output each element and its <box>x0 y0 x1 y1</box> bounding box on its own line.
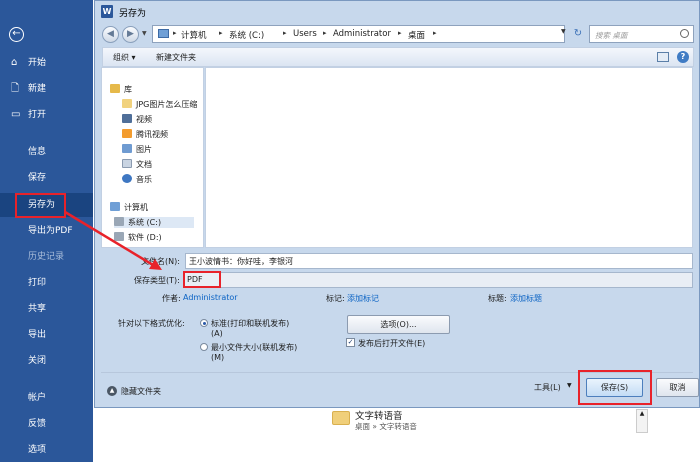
tree-item-tencent-video[interactable]: 腾讯视频 <box>122 129 168 140</box>
nav-feedback[interactable]: 反馈 <box>0 412 93 436</box>
nav-open[interactable]: ▭ 打开 <box>0 103 93 127</box>
tree-item-label: 图片 <box>136 145 152 154</box>
hide-folders-toggle[interactable]: 隐藏文件夹 <box>121 386 161 397</box>
computer-icon <box>110 202 120 211</box>
title-label: 标题: <box>488 294 507 303</box>
tree-item-drive-c[interactable]: 系统 (C:) <box>114 217 194 228</box>
tree-item-label: 系统 (C:) <box>128 218 162 227</box>
nav-close[interactable]: 关闭 <box>0 349 93 373</box>
filetype-label: 保存类型(T): <box>134 276 180 285</box>
nav-info[interactable]: 信息 <box>0 140 93 164</box>
open-after-publish-label[interactable]: 发布后打开文件(E) <box>358 338 425 349</box>
tree-item-pictures[interactable]: 图片 <box>122 144 152 155</box>
standard-option-label[interactable]: 标准(打印和联机发布) <box>211 318 289 329</box>
nav-new[interactable]: 🗋 新建 <box>0 77 93 101</box>
drive-icon <box>114 217 124 226</box>
tree-item-label: 软件 (D:) <box>128 233 162 242</box>
nav-history[interactable]: 历史记录 <box>0 245 93 269</box>
filename-label: 文件名(N): <box>141 257 180 266</box>
tree-item-label: 音乐 <box>136 175 152 184</box>
background-file-name[interactable]: 文字转语音 <box>355 408 403 422</box>
drive-icon <box>114 232 124 241</box>
nav-print[interactable]: 打印 <box>0 271 93 295</box>
pictures-icon <box>122 144 132 153</box>
add-tags-link[interactable]: 添加标记 <box>347 293 379 304</box>
open-folder-icon: ▭ <box>11 109 21 120</box>
background-file-path: 桌面 » 文字转语音 <box>355 422 417 431</box>
tencent-video-icon <box>122 129 132 138</box>
library-icon <box>110 84 120 93</box>
minimum-option-label[interactable]: 最小文件大小(联机发布) <box>211 342 297 353</box>
tree-item-label: 腾讯视频 <box>136 130 168 139</box>
nav-share[interactable]: 共享 <box>0 297 93 321</box>
filename-field[interactable]: 王小波情书：你好哇，李银河 <box>185 253 693 269</box>
dialog-body: 库 JPG图片怎么压缩 视频 腾讯视频 图片 文档 音乐 计算机 系统 (C:)… <box>94 0 700 408</box>
file-list-pane[interactable] <box>205 67 693 248</box>
tree-item-drive-d[interactable]: 软件 (D:) <box>114 232 162 243</box>
nav-home[interactable]: ⌂ 开始 <box>0 51 93 75</box>
new-document-icon: 🗋 <box>11 83 20 94</box>
background-scrollbar[interactable]: ▲ <box>636 409 648 433</box>
save-highlight-box <box>578 370 652 405</box>
tools-menu[interactable]: 工具(L) <box>534 382 561 393</box>
home-icon: ⌂ <box>11 57 18 68</box>
tree-item-jpg-folder[interactable]: JPG图片怎么压缩 <box>122 99 197 110</box>
author-label: 作者: <box>162 294 181 303</box>
background-file-list: 文字转语音 桌面 » 文字转语音 ▲ <box>305 405 700 462</box>
tree-item-computer[interactable]: 计算机 <box>110 202 148 213</box>
tree-item-documents[interactable]: 文档 <box>122 159 152 170</box>
nav-save[interactable]: 保存 <box>0 166 93 190</box>
tree-item-videos[interactable]: 视频 <box>122 114 152 125</box>
add-title-link[interactable]: 添加标题 <box>510 293 542 304</box>
options-button[interactable]: 选项(O)... <box>347 315 450 334</box>
folder-icon <box>122 99 132 108</box>
optimize-label: 针对以下格式优化: <box>118 319 185 328</box>
videos-icon <box>122 114 132 123</box>
tree-item-library[interactable]: 库 <box>110 84 132 95</box>
minimum-option-key[interactable]: (M) <box>211 353 224 362</box>
save-as-highlight-box <box>15 193 66 218</box>
cancel-button[interactable]: 取消 <box>656 378 699 397</box>
standard-radio[interactable] <box>200 319 208 327</box>
tree-item-label: 文档 <box>136 160 152 169</box>
tags-label: 标记: <box>326 294 345 303</box>
music-icon <box>122 174 132 183</box>
folder-icon <box>332 411 350 425</box>
filetype-select[interactable]: PDF <box>183 272 693 288</box>
standard-option-key[interactable]: (A) <box>211 329 223 338</box>
nav-account[interactable]: 帐户 <box>0 386 93 410</box>
back-arrow-icon[interactable]: ← <box>9 27 24 42</box>
open-after-publish-checkbox[interactable]: ✓ <box>346 338 355 347</box>
minimum-size-radio[interactable] <box>200 343 208 351</box>
tree-item-label: 库 <box>124 85 132 94</box>
tools-dropdown-icon[interactable]: ▼ <box>567 382 572 389</box>
nav-new-label: 新建 <box>28 84 47 94</box>
pdf-highlight-box <box>183 271 221 288</box>
tree-item-label: 计算机 <box>124 203 148 212</box>
tree-item-label: JPG图片怎么压缩 <box>136 100 198 109</box>
nav-export-pdf[interactable]: 导出为PDF <box>0 219 93 243</box>
tree-item-label: 视频 <box>136 115 152 124</box>
collapse-icon[interactable]: ▲ <box>107 386 117 396</box>
navigation-pane: 库 JPG图片怎么压缩 视频 腾讯视频 图片 文档 音乐 计算机 系统 (C:)… <box>101 67 204 248</box>
author-value[interactable]: Administrator <box>183 293 238 302</box>
nav-home-label: 开始 <box>28 58 47 68</box>
documents-icon <box>122 159 132 168</box>
backstage-panel: ← ⌂ 开始 🗋 新建 ▭ 打开 信息 保存 另存为 导出为PDF 历史记录 打… <box>0 0 93 462</box>
tree-item-music[interactable]: 音乐 <box>122 174 152 185</box>
nav-open-label: 打开 <box>28 110 47 120</box>
nav-options[interactable]: 选项 <box>0 438 93 462</box>
nav-export[interactable]: 导出 <box>0 323 93 347</box>
